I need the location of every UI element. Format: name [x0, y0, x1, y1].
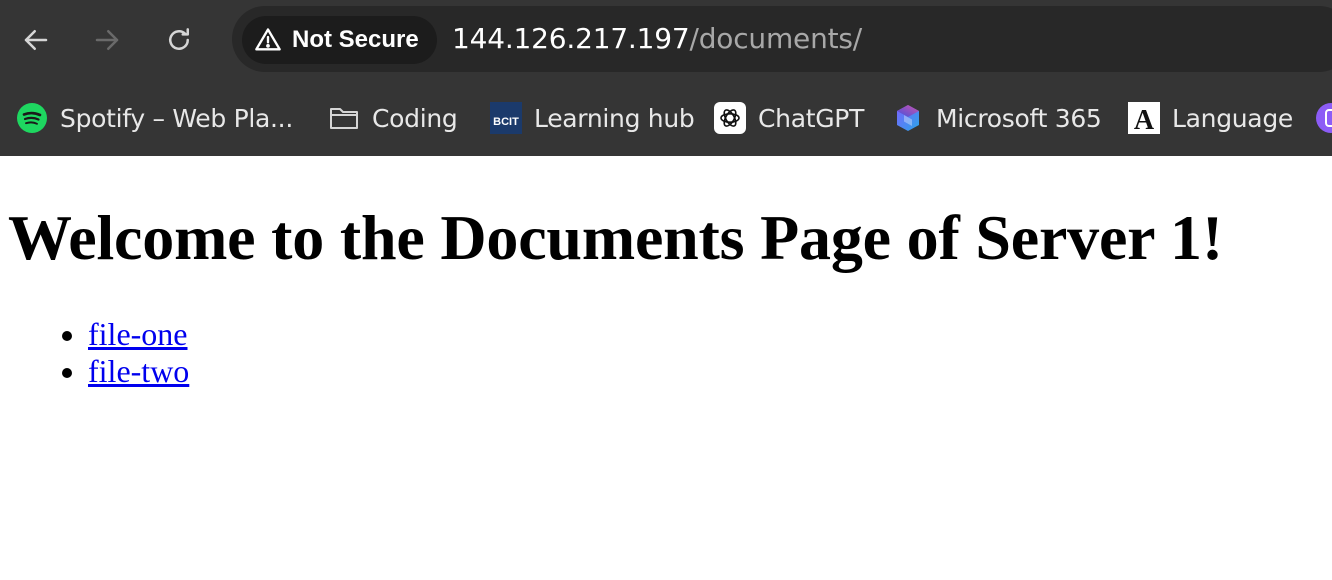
bookmark-label: Coding: [372, 103, 458, 133]
spotify-icon: [17, 103, 47, 133]
url-host: 144.126.217.197: [452, 22, 690, 55]
bookmark-folder-coding[interactable]: Coding: [328, 100, 458, 136]
back-button[interactable]: [16, 20, 56, 60]
url-path: /documents/: [689, 22, 863, 55]
url-text[interactable]: 144.126.217.197/documents/: [452, 22, 862, 55]
bookmark-spotify[interactable]: Spotify – Web Pla...: [16, 100, 293, 136]
extension-icon: [1316, 103, 1332, 133]
security-label: Not Secure: [292, 26, 419, 53]
page-heading: Welcome to the Documents Page of Server …: [8, 202, 1223, 273]
microsoft-365-icon: [897, 105, 919, 131]
address-bar[interactable]: Not Secure 144.126.217.197/documents/: [232, 6, 1332, 72]
bookmark-label: Spotify – Web Pla...: [60, 103, 293, 133]
language-icon: A: [1128, 102, 1160, 134]
list-item: file-two: [88, 353, 1324, 390]
folder-icon: [330, 108, 358, 129]
file-one-link[interactable]: file-one: [88, 316, 188, 352]
bcit-icon: BCIT: [490, 102, 522, 134]
back-arrow-icon: [24, 30, 48, 50]
bookmark-label: Microsoft 365: [936, 103, 1102, 133]
reload-icon: [169, 28, 189, 50]
chatgpt-icon: [714, 102, 746, 134]
list-item: file-one: [88, 316, 1324, 353]
bookmark-microsoft-365[interactable]: Microsoft 365: [892, 100, 1102, 136]
svg-text:A: A: [1134, 105, 1155, 134]
bookmark-label: Language: [1172, 103, 1293, 133]
bookmark-label: ChatGPT: [758, 103, 865, 133]
bookmark-learning-hub[interactable]: BCIT Learning hub: [490, 100, 695, 136]
forward-arrow-icon: [95, 30, 119, 50]
security-indicator[interactable]: Not Secure: [242, 16, 437, 64]
bookmark-language[interactable]: A Language: [1128, 100, 1293, 136]
page-content: Welcome to the Documents Page of Server …: [0, 202, 1332, 390]
reload-button[interactable]: [159, 20, 199, 60]
bookmarks-bar: Spotify – Web Pla... Coding BCIT Learnin…: [0, 80, 1332, 156]
svg-text:BCIT: BCIT: [493, 116, 519, 128]
bookmark-overflow-extension[interactable]: [1315, 100, 1332, 136]
file-list: file-one file-two: [8, 316, 1324, 390]
file-two-link[interactable]: file-two: [88, 353, 189, 389]
forward-button[interactable]: [87, 20, 127, 60]
warning-triangle-icon: [255, 28, 281, 51]
bookmark-label: Learning hub: [534, 103, 695, 133]
bookmark-chatgpt[interactable]: ChatGPT: [714, 100, 864, 136]
browser-toolbar: Not Secure 144.126.217.197/documents/: [0, 0, 1332, 80]
